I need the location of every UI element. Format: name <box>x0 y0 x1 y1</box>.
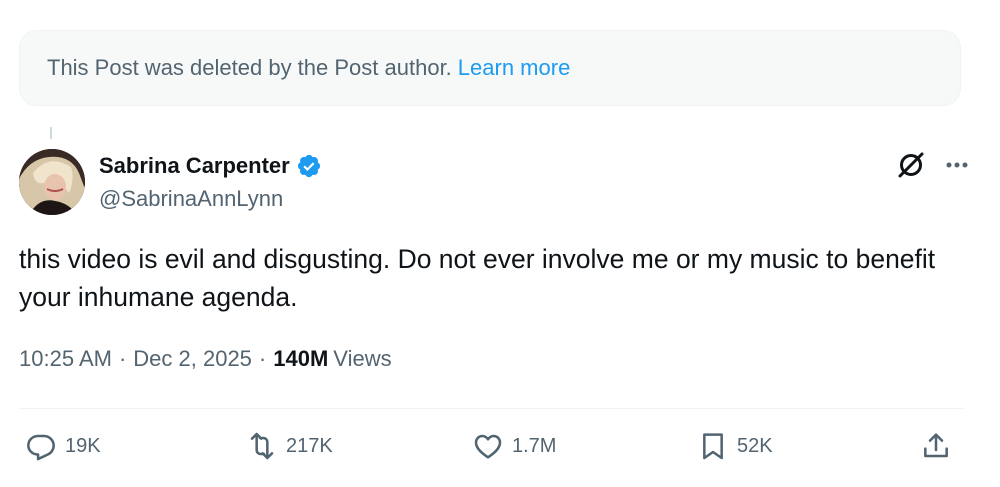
thread-connector-line <box>50 127 52 139</box>
more-icon[interactable] <box>942 150 972 180</box>
post-top-actions <box>894 148 972 182</box>
share-icon <box>924 433 948 458</box>
like-count: 1.7M <box>512 434 557 457</box>
share-button[interactable] <box>920 430 960 462</box>
reply-button[interactable]: 19K <box>25 430 101 462</box>
like-button[interactable]: 1.7M <box>472 430 556 462</box>
bookmark-count: 52K <box>737 434 773 457</box>
like-icon <box>474 434 502 459</box>
post-time[interactable]: 10:25 AM <box>19 346 112 372</box>
repost-icon <box>250 432 274 460</box>
deleted-notice-text: This Post was deleted by the Post author… <box>47 55 452 80</box>
author-block: Sabrina Carpenter @SabrinaAnnLynn <box>99 150 322 212</box>
repost-count: 217K <box>286 434 333 457</box>
bookmark-icon <box>703 433 723 460</box>
avatar[interactable] <box>19 149 85 215</box>
bookmark-button[interactable]: 52K <box>697 430 773 462</box>
meta-separator: · <box>118 346 127 371</box>
learn-more-link[interactable]: Learn more <box>458 55 571 81</box>
views-label: Views <box>333 346 392 371</box>
avatar-image <box>19 149 85 215</box>
divider <box>19 408 964 409</box>
verified-icon[interactable] <box>296 153 322 179</box>
grok-icon[interactable] <box>894 148 928 182</box>
post-date[interactable]: Dec 2, 2025 <box>133 346 252 372</box>
reply-count: 19K <box>65 434 101 457</box>
repost-button[interactable]: 217K <box>246 430 333 462</box>
author-handle[interactable]: @SabrinaAnnLynn <box>99 186 322 212</box>
views-count: 140M <box>273 346 329 371</box>
reply-icon <box>27 434 55 461</box>
post-meta: 10:25 AM · Dec 2, 2025 · 140M Views <box>19 346 392 372</box>
meta-separator: · <box>258 346 267 371</box>
post-text: this video is evil and disgusting. Do no… <box>19 244 936 312</box>
deleted-post-banner: This Post was deleted by the Post author… <box>19 30 961 106</box>
author-display-name[interactable]: Sabrina Carpenter <box>99 153 290 179</box>
